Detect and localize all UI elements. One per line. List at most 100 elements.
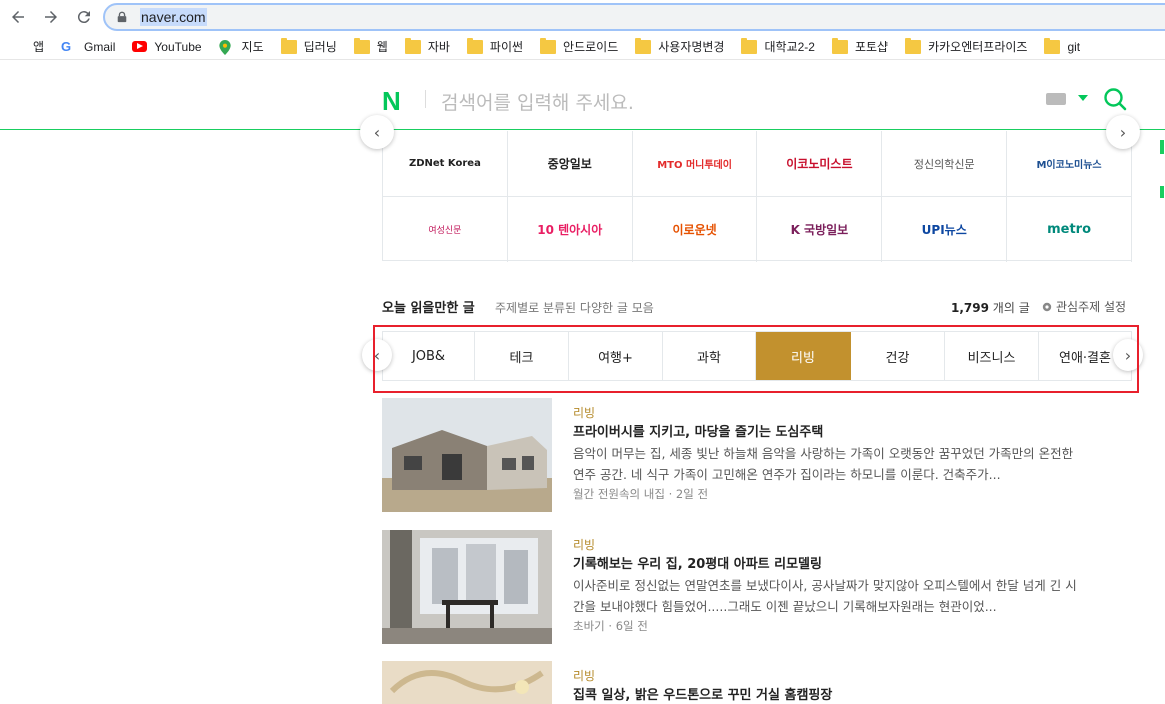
article-meta: 초바기 · 6일 전 xyxy=(573,619,648,633)
bookmark-folder[interactable]: git xyxy=(1044,37,1080,54)
bookmark-folder[interactable]: 대학교2-2 xyxy=(741,37,815,55)
bookmark-folder[interactable]: 파이썬 xyxy=(466,37,523,55)
scroll-indicator xyxy=(1160,186,1164,198)
naver-search-header: N 검색어를 입력해 주세요. xyxy=(0,66,1165,130)
forward-button[interactable] xyxy=(36,2,66,32)
bookmark-folder[interactable]: 웹 xyxy=(353,37,388,55)
bookmark-apps[interactable]: 앱 xyxy=(10,38,44,55)
article-meta: 월간 전원속의 내집 · 2일 전 xyxy=(573,487,709,501)
press-grid: ZDNet Korea 중앙일보 MTO 머니투데이 이코노미스트 정신의학신문… xyxy=(382,131,1132,262)
press-logo-label: K 국방일보 xyxy=(790,223,849,237)
gear-icon xyxy=(1042,302,1052,311)
article-summary: 이사준비로 정신없는 연말연초를 보냈다이사, 공사날짜가 맞지않아 오피스텔에… xyxy=(573,578,1077,614)
bookmark-folder[interactable]: 안드로이드 xyxy=(540,37,618,55)
press-row: 여성신문 10 텐아시아 이로운넷 K 국방일보 UPI뉴스 metro xyxy=(383,196,1132,262)
section-title: 오늘 읽을만한 글 xyxy=(382,301,475,316)
press-next-button[interactable]: › xyxy=(1106,115,1140,149)
article-category: 리빙 xyxy=(573,406,596,420)
press-logo-label: 정신의학신문 xyxy=(913,157,975,171)
scroll-indicator xyxy=(1160,140,1164,154)
lock-icon xyxy=(116,10,130,24)
press-logo-label: 중앙일보 xyxy=(547,157,592,171)
article-summary: 음악이 머무는 집, 세종 빛난 하늘채 음악을 사랑하는 가족이 오랫동안 꿈… xyxy=(573,446,1074,482)
bookmark-youtube[interactable]: YouTube xyxy=(132,40,202,54)
press-logo-label: 10 텐아시아 xyxy=(537,223,603,237)
reload-icon xyxy=(77,11,90,24)
article-thumbnail[interactable] xyxy=(382,530,552,644)
folder-icon xyxy=(1044,37,1061,54)
bookmark-folder[interactable]: 딥러닝 xyxy=(280,37,337,55)
press-eroun[interactable]: 이로운넷 xyxy=(633,197,758,262)
folder-icon xyxy=(540,37,557,54)
url-text: naver.com xyxy=(140,8,207,26)
chevron-left-icon: ‹ xyxy=(373,122,381,142)
folder-icon xyxy=(741,37,758,54)
press-kookbang[interactable]: K 국방일보 xyxy=(757,197,883,262)
article-category: 리빙 xyxy=(573,669,596,683)
search-input[interactable]: 검색어를 입력해 주세요. xyxy=(441,88,634,115)
press-zdnet[interactable]: ZDNet Korea xyxy=(383,131,508,196)
caret-down-icon[interactable] xyxy=(1078,95,1088,101)
section-subtitle: 주제별로 분류된 다양한 글 모음 xyxy=(495,301,654,315)
press-row: ZDNet Korea 중앙일보 MTO 머니투데이 이코노미스트 정신의학신문… xyxy=(383,131,1132,196)
chevron-right-icon: › xyxy=(1119,122,1127,142)
search-icon[interactable] xyxy=(1103,87,1127,111)
press-economist[interactable]: 이코노미스트 xyxy=(757,131,883,196)
article-thumbnail[interactable] xyxy=(382,398,552,512)
press-logo-label: 여성신문 xyxy=(428,226,462,236)
topic-settings-button[interactable]: 관심주제 설정 xyxy=(1041,298,1126,315)
press-logo-label: metro xyxy=(1047,222,1092,237)
article-title[interactable]: 기록해보는 우리 집, 20평대 아파트 리모델링 xyxy=(573,553,822,572)
bookmark-maps[interactable]: 지도 xyxy=(218,38,264,55)
keyboard-icon[interactable] xyxy=(1046,93,1066,105)
press-psychiatry[interactable]: 정신의학신문 xyxy=(882,131,1008,196)
arrow-left-icon xyxy=(12,11,24,23)
reload-button[interactable] xyxy=(69,2,99,32)
press-tenasia[interactable]: 10 텐아시아 xyxy=(508,197,633,262)
folder-icon xyxy=(353,37,370,54)
press-prev-button[interactable]: ‹ xyxy=(360,115,394,149)
article-thumbnail[interactable] xyxy=(382,661,552,704)
folder-icon xyxy=(280,37,297,54)
google-icon: G xyxy=(61,38,72,54)
folder-icon xyxy=(404,37,421,54)
bookmark-folder[interactable]: 카카오엔터프라이즈 xyxy=(905,37,1027,55)
press-womennews[interactable]: 여성신문 xyxy=(383,197,508,262)
press-joongang[interactable]: 중앙일보 xyxy=(508,131,633,196)
browser-toolbar: naver.com xyxy=(0,0,1165,34)
youtube-icon xyxy=(132,41,148,52)
press-logo-label: M이코노미뉴스 xyxy=(1036,160,1102,171)
article-category: 리빙 xyxy=(573,538,596,552)
article-item[interactable]: 리빙 집콕 일상, 밝은 우드톤으로 꾸민 거실 홈캠핑장 xyxy=(382,661,1142,704)
bookmark-gmail[interactable]: G Gmail xyxy=(61,38,115,54)
press-mt[interactable]: MTO 머니투데이 xyxy=(633,131,758,196)
press-logo-label: 이로운넷 xyxy=(672,223,717,237)
map-pin-icon xyxy=(218,39,235,55)
article-title[interactable]: 프라이버시를 지키고, 마당을 즐기는 도심주택 xyxy=(573,421,823,440)
press-logo-label: 이코노미스트 xyxy=(786,157,853,171)
bookmark-folder[interactable]: 자바 xyxy=(404,37,450,55)
bookmark-folder[interactable]: 사용자명변경 xyxy=(635,37,724,55)
article-count: 1,799 개의 글 xyxy=(951,301,1030,315)
article-title[interactable]: 집콕 일상, 밝은 우드톤으로 꾸민 거실 홈캠핑장 xyxy=(573,684,832,703)
bookmarks-bar: 앱 G Gmail YouTube 지도 딥러닝 웹 자바 파이썬 안드로이드 … xyxy=(0,34,1165,60)
folder-icon xyxy=(905,37,922,54)
press-logo-label: MTO 머니투데이 xyxy=(657,160,732,171)
back-button[interactable] xyxy=(3,2,33,32)
press-upi[interactable]: UPI뉴스 xyxy=(882,197,1008,262)
press-metro[interactable]: metro xyxy=(1007,197,1132,262)
divider xyxy=(425,90,426,108)
press-logo-label: ZDNet Korea xyxy=(408,158,481,169)
naver-logo[interactable]: N xyxy=(382,86,401,117)
address-bar[interactable]: naver.com xyxy=(103,3,1165,31)
highlight-annotation xyxy=(373,325,1139,393)
apps-grid-icon xyxy=(10,40,26,54)
arrow-right-icon xyxy=(45,11,57,23)
press-logo-label: UPI뉴스 xyxy=(921,223,967,237)
article-item[interactable]: 리빙 기록해보는 우리 집, 20평대 아파트 리모델링 이사준비로 정신없는 … xyxy=(382,530,1142,644)
article-item[interactable]: 리빙 프라이버시를 지키고, 마당을 즐기는 도심주택 음악이 머무는 집, 세… xyxy=(382,398,1142,512)
folder-icon xyxy=(635,37,652,54)
folder-icon xyxy=(466,37,483,54)
folder-icon xyxy=(831,37,848,54)
bookmark-folder[interactable]: 포토샵 xyxy=(831,37,888,55)
